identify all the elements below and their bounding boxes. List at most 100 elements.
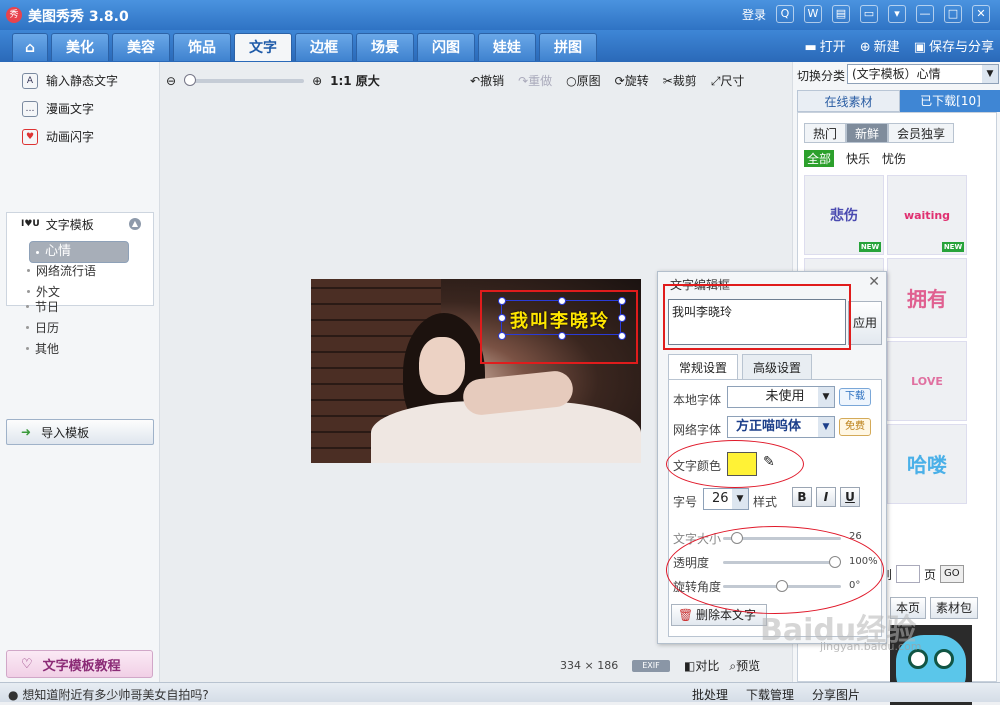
go-button[interactable]: GO <box>940 565 964 583</box>
subfilter-sad[interactable]: 忧伤 <box>882 150 906 167</box>
filter-vip[interactable]: 会员独享 <box>888 123 955 143</box>
message-icon[interactable]: ▭ <box>860 5 878 23</box>
new-button[interactable]: ⊕ 新建 <box>860 36 900 55</box>
highlight-box-overlay <box>663 284 851 350</box>
maximize-icon[interactable]: □ <box>944 5 962 23</box>
crop-button[interactable]: ✂裁剪 <box>663 72 697 89</box>
i-love-you-icon: I♥U <box>21 219 40 229</box>
template-thumb[interactable]: 悲伤 NEW <box>804 175 884 255</box>
compare-button[interactable]: ◧对比 <box>684 657 719 674</box>
animated-text-item[interactable]: ♥ 动画闪字 <box>22 128 94 145</box>
template-thumb[interactable]: 拥有 <box>887 258 967 338</box>
tab-flash[interactable]: 闪图 <box>417 33 475 61</box>
material-pack-button[interactable]: 素材包 <box>930 597 979 619</box>
new-badge: NEW <box>859 242 881 252</box>
tab-doll[interactable]: 娃娃 <box>478 33 536 61</box>
minimize-icon[interactable]: — <box>916 5 934 23</box>
highlight-ellipse-color <box>666 440 804 488</box>
category-mood[interactable]: 心情 <box>29 241 129 263</box>
tab-beautify[interactable]: 美化 <box>51 33 109 61</box>
zoom-out-icon[interactable]: ⊖ <box>166 74 176 88</box>
skin-icon[interactable]: ▾ <box>888 5 906 23</box>
resize-button[interactable]: ⤢尺寸 <box>711 72 745 89</box>
page-input[interactable] <box>896 565 921 583</box>
login-link[interactable]: 登录 <box>742 6 766 23</box>
collapse-icon[interactable]: ▲ <box>129 218 141 230</box>
heart-icon: ♥ <box>22 128 38 145</box>
template-thumb[interactable]: 哈喽 <box>887 424 967 504</box>
original-size-button[interactable]: 1:1 原大 <box>330 72 380 89</box>
font-size-label: 字号 <box>673 495 698 509</box>
import-template-button[interactable]: ➜ 导入模板 <box>6 419 154 445</box>
plus-icon: ⊕ <box>859 40 871 55</box>
tip-link[interactable]: ● 想知道附近有多少帅哥美女自拍吗? <box>8 686 209 703</box>
redo-button[interactable]: ↷重做 <box>518 72 552 89</box>
tab-scene[interactable]: 场景 <box>356 33 414 61</box>
left-panel: A 输入静态文字 … 漫画文字 ♥ 动画闪字 I♥U 文字模板 ▲ 心情 网络流行语 外… <box>0 62 160 682</box>
static-text-item[interactable]: A 输入静态文字 <box>22 72 118 89</box>
highlight-ellipse-sliders <box>666 526 884 614</box>
weibo-icon[interactable]: W <box>804 5 822 23</box>
undo-button[interactable]: ↶撤销 <box>470 72 504 89</box>
switch-category-select[interactable]: (文字模板）心情 ▼ <box>847 64 999 84</box>
batch-button[interactable]: 批处理 <box>692 686 728 703</box>
apply-button[interactable]: 应用 <box>848 301 882 345</box>
local-font-select[interactable]: 未使用 ▼ <box>727 386 835 408</box>
feedback-icon[interactable]: ▤ <box>832 5 850 23</box>
preview-button[interactable]: ⌕预览 <box>729 657 760 674</box>
tab-downloaded[interactable]: 已下载[10] <box>900 90 1000 112</box>
download-button[interactable]: 下载 <box>839 388 871 406</box>
category-other[interactable]: 其他 <box>26 340 59 356</box>
filter-new[interactable]: 新鲜 <box>846 123 889 143</box>
web-font-label: 网络字体 <box>673 423 722 437</box>
main-nav: ⌂ 美化 美容 饰品 文字 边框 场景 闪图 娃娃 拼图 ▬ 打开 ⊕ 新建 ▣ 保存… <box>0 30 1000 62</box>
page-unit-label: 页 <box>924 567 937 582</box>
underline-button[interactable]: U <box>840 487 860 507</box>
tab-collage[interactable]: 拼图 <box>539 33 597 61</box>
share-image-button[interactable]: 分享图片 <box>812 686 860 703</box>
app-logo-icon: 秀 <box>6 7 22 23</box>
category-internet-slang[interactable]: 网络流行语 <box>27 262 96 278</box>
rotate-button[interactable]: ⟳旋转 <box>615 72 649 89</box>
qq-icon[interactable]: Q <box>776 5 794 23</box>
text-a-icon: A <box>22 72 38 89</box>
comic-text-item[interactable]: … 漫画文字 <box>22 100 94 117</box>
open-button[interactable]: ▬ 打开 <box>804 36 845 55</box>
template-thumb[interactable]: LOVE <box>887 341 967 421</box>
free-badge[interactable]: 免费 <box>839 418 871 436</box>
trash-icon: 🗑 <box>678 608 694 622</box>
original-button[interactable]: ○原图 <box>566 72 601 89</box>
tab-text[interactable]: 文字 <box>234 33 292 61</box>
download-manager-button[interactable]: 下载管理 <box>746 686 794 703</box>
filter-hot[interactable]: 热门 <box>804 123 847 143</box>
zoom-slider[interactable] <box>184 73 305 86</box>
subfilter-all[interactable]: 全部 <box>804 150 835 167</box>
tab-border[interactable]: 边框 <box>295 33 353 61</box>
text-edit-dialog: 文字编辑框 ✕ 我叫李晓玲 应用 常规设置 高级设置 本地字体 未使用 ▼ 下载 … <box>657 271 887 644</box>
font-size-select[interactable]: 26 ▼ <box>703 488 749 510</box>
category-calendar[interactable]: 日历 <box>26 319 59 335</box>
chevron-down-icon: ▼ <box>732 489 748 509</box>
tab-online-materials[interactable]: 在线素材 <box>797 90 900 112</box>
app-title: 美图秀秀 3.8.0 <box>28 9 129 25</box>
home-icon[interactable]: ⌂ <box>12 33 48 61</box>
exif-badge[interactable]: EXIF <box>632 660 670 672</box>
tab-general-settings[interactable]: 常规设置 <box>668 354 739 380</box>
status-bar: ● 想知道附近有多少帅哥美女自拍吗? 批处理 下载管理 分享图片 <box>0 682 1000 702</box>
category-holiday[interactable]: 节日 <box>26 298 59 314</box>
web-font-select[interactable]: 方正喵呜体 ▼ <box>727 416 835 438</box>
close-icon[interactable]: ✕ <box>972 5 990 23</box>
template-thumb[interactable]: waiting NEW <box>887 175 967 255</box>
tab-advanced-settings[interactable]: 高级设置 <box>742 354 813 380</box>
title-bar: 秀 美图秀秀 3.8.0 登录 Q W ▤ ▭ ▾ — □ ✕ <box>0 0 1000 30</box>
save-share-button[interactable]: ▣ 保存与分享 <box>914 36 994 55</box>
italic-button[interactable]: I <box>816 487 836 507</box>
template-tutorial-button[interactable]: ♡ 文字模板教程 <box>6 650 153 678</box>
zoom-in-icon[interactable]: ⊕ <box>312 74 322 88</box>
tab-accessories[interactable]: 饰品 <box>173 33 231 61</box>
subfilter-happy[interactable]: 快乐 <box>846 150 870 167</box>
switch-category-label: 切换分类 <box>797 69 846 83</box>
bold-button[interactable]: B <box>792 487 812 507</box>
tab-beauty[interactable]: 美容 <box>112 33 170 61</box>
close-icon[interactable]: ✕ <box>868 274 880 290</box>
